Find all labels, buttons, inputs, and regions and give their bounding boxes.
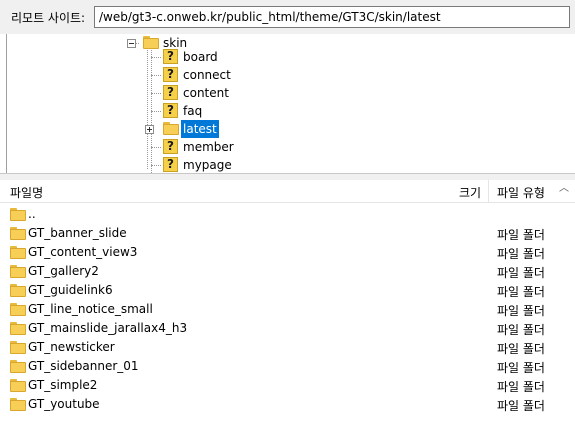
file-name: GT_mainslide_jarallax4_h3 bbox=[28, 321, 188, 335]
file-type: 파일 폴더 bbox=[497, 247, 545, 261]
tree-node-content[interactable]: ? content bbox=[151, 84, 271, 102]
folder-icon bbox=[10, 398, 26, 411]
file-name: GT_simple2 bbox=[28, 378, 98, 392]
file-name: GT_line_notice_small bbox=[28, 302, 153, 316]
file-type: 파일 폴더 bbox=[497, 323, 545, 337]
file-type: 파일 폴더 bbox=[497, 361, 545, 375]
collapse-icon[interactable] bbox=[127, 39, 136, 48]
list-item[interactable]: GT_content_view3 파일 폴더 bbox=[0, 243, 575, 262]
remote-site-bar: 리모트 사이트: /web/gt3-c.onweb.kr/public_html… bbox=[0, 0, 575, 34]
list-item[interactable]: GT_youtube 파일 폴더 bbox=[0, 395, 575, 414]
file-name: GT_youtube bbox=[28, 397, 100, 411]
tree-node-label: board bbox=[183, 50, 218, 64]
tree-node-label: content bbox=[183, 86, 229, 100]
file-type: 파일 폴더 bbox=[497, 266, 545, 280]
file-list[interactable]: 파일명 크기 파일 유형 ︿ .. GT_banner_slide 파일 폴더 … bbox=[0, 180, 575, 431]
list-item[interactable]: GT_newsticker 파일 폴더 bbox=[0, 338, 575, 357]
file-type: 파일 폴더 bbox=[497, 342, 545, 356]
tree-node-connect[interactable]: ? connect bbox=[151, 66, 271, 84]
tree-node-board[interactable]: ? board bbox=[151, 48, 271, 66]
expand-icon[interactable] bbox=[145, 125, 154, 134]
list-item[interactable]: GT_banner_slide 파일 폴더 bbox=[0, 224, 575, 243]
tree-node-latest[interactable]: latest bbox=[145, 120, 275, 138]
folder-icon bbox=[163, 122, 179, 135]
column-header-name[interactable]: 파일명 bbox=[10, 184, 43, 201]
file-name: .. bbox=[28, 207, 36, 221]
file-list-header: 파일명 크기 파일 유형 ︿ bbox=[0, 180, 575, 203]
list-item[interactable]: GT_mainslide_jarallax4_h3 파일 폴더 bbox=[0, 319, 575, 338]
folder-icon bbox=[10, 303, 26, 316]
tree-guide-line bbox=[147, 43, 148, 169]
tree-node-label-selected: latest bbox=[181, 120, 219, 138]
tree-node-label: mypage bbox=[183, 158, 232, 172]
question-folder-icon: ? bbox=[163, 49, 178, 64]
file-name: GT_content_view3 bbox=[28, 245, 138, 259]
file-name: GT_gallery2 bbox=[28, 264, 99, 278]
folder-icon bbox=[10, 246, 26, 259]
file-type: 파일 폴더 bbox=[497, 285, 545, 299]
folder-icon bbox=[10, 265, 26, 278]
list-item[interactable]: GT_sidebanner_01 파일 폴더 bbox=[0, 357, 575, 376]
column-header-size[interactable]: 크기 bbox=[459, 184, 481, 201]
list-item[interactable]: GT_simple2 파일 폴더 bbox=[0, 376, 575, 395]
folder-icon bbox=[10, 284, 26, 297]
list-item[interactable]: GT_line_notice_small 파일 폴더 bbox=[0, 300, 575, 319]
remote-site-path-input[interactable]: /web/gt3-c.onweb.kr/public_html/theme/GT… bbox=[94, 6, 570, 28]
tree-node-faq[interactable]: ? faq bbox=[151, 102, 271, 120]
tree-node-mypage[interactable]: ? mypage bbox=[151, 156, 271, 173]
file-name: GT_banner_slide bbox=[28, 226, 127, 240]
remote-site-label: 리모트 사이트: bbox=[11, 11, 86, 25]
tree-node-label: connect bbox=[183, 68, 231, 82]
folder-icon bbox=[10, 379, 26, 392]
question-folder-icon: ? bbox=[163, 85, 178, 100]
question-folder-icon: ? bbox=[163, 67, 178, 82]
file-name: GT_guidelink6 bbox=[28, 283, 113, 297]
file-type: 파일 폴더 bbox=[497, 228, 545, 242]
directory-tree[interactable]: skin ? board ? connect ? content ? faq l… bbox=[6, 34, 575, 173]
file-name: GT_sidebanner_01 bbox=[28, 359, 139, 373]
file-type: 파일 폴더 bbox=[497, 380, 545, 394]
column-separator[interactable] bbox=[488, 180, 489, 202]
file-type: 파일 폴더 bbox=[497, 304, 545, 318]
column-header-type[interactable]: 파일 유형 bbox=[497, 184, 545, 201]
tree-node-member[interactable]: ? member bbox=[151, 138, 271, 156]
sort-up-icon: ︿ bbox=[559, 183, 569, 194]
question-folder-icon: ? bbox=[163, 103, 178, 118]
tree-node-label: faq bbox=[183, 104, 203, 118]
folder-icon bbox=[10, 208, 26, 221]
list-item-parent[interactable]: .. bbox=[0, 205, 575, 224]
folder-icon bbox=[10, 322, 26, 335]
file-type: 파일 폴더 bbox=[497, 399, 545, 413]
folder-icon bbox=[10, 341, 26, 354]
folder-icon bbox=[10, 360, 26, 373]
folder-icon bbox=[10, 227, 26, 240]
list-item[interactable]: GT_gallery2 파일 폴더 bbox=[0, 262, 575, 281]
file-name: GT_newsticker bbox=[28, 340, 115, 354]
question-folder-icon: ? bbox=[163, 157, 178, 172]
list-item[interactable]: GT_guidelink6 파일 폴더 bbox=[0, 281, 575, 300]
question-folder-icon: ? bbox=[163, 139, 178, 154]
tree-node-label: member bbox=[183, 140, 234, 154]
